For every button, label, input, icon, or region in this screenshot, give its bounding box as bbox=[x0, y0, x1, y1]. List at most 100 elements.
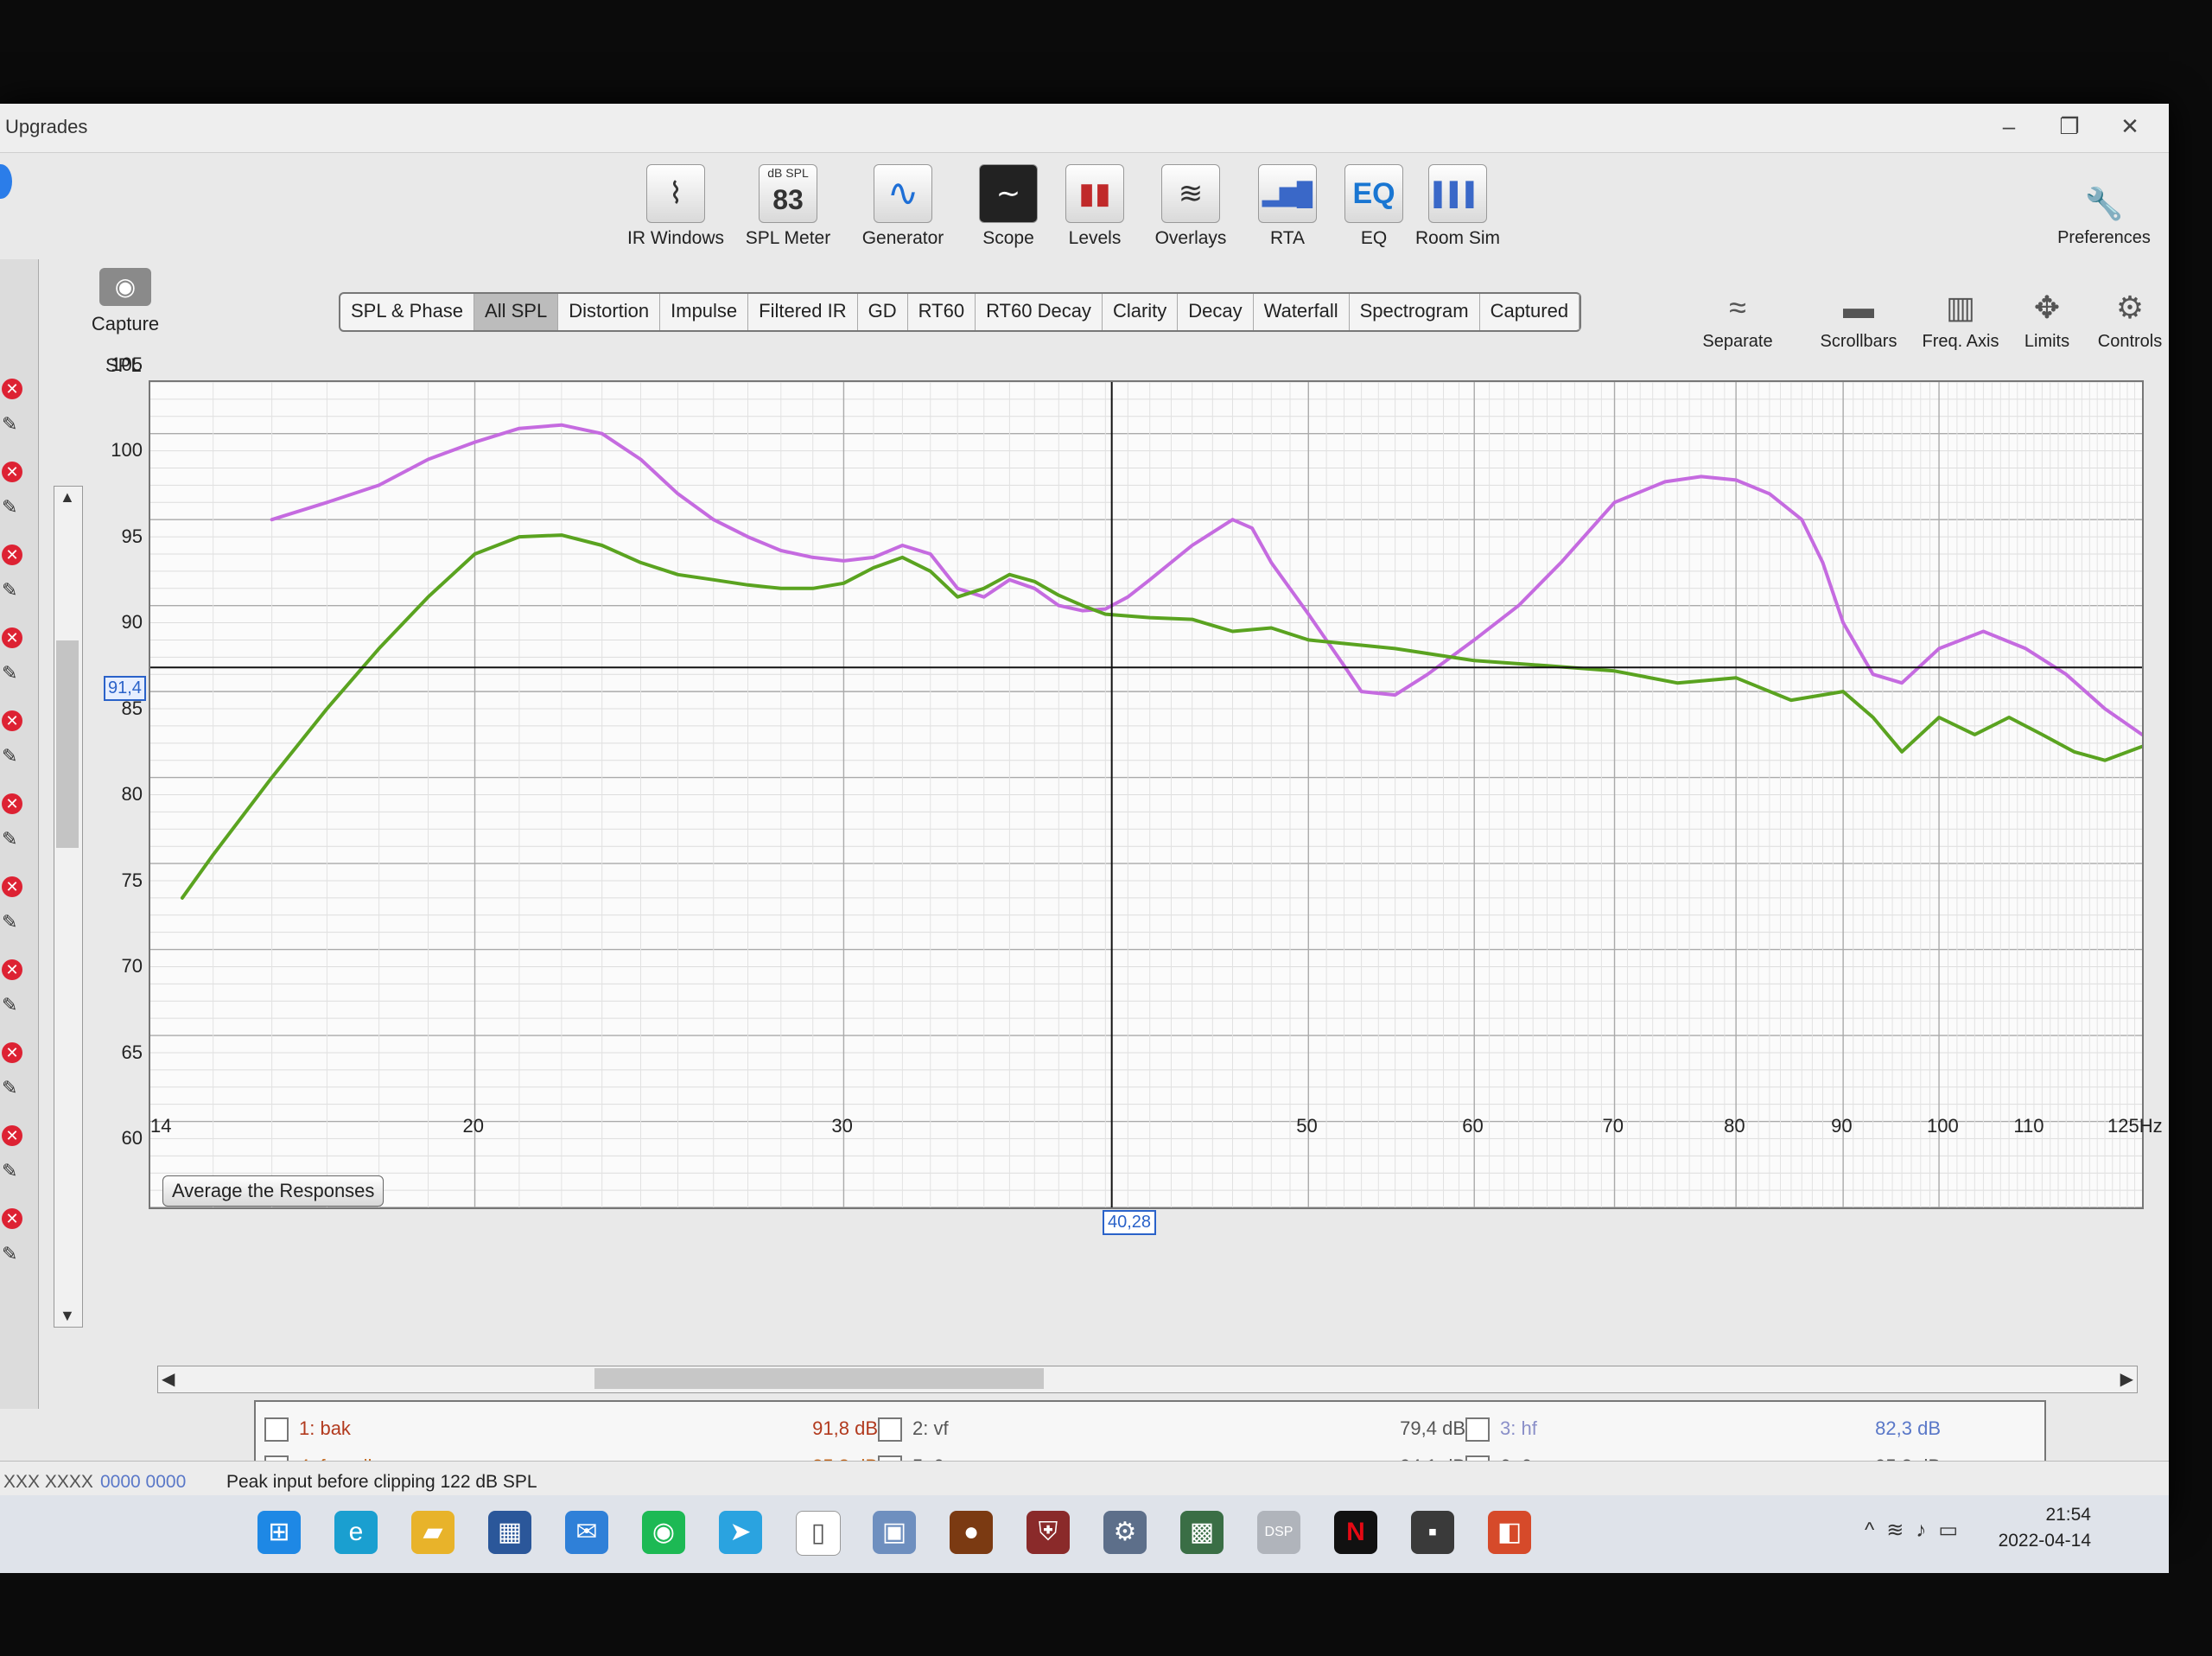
remove-measurement-icon[interactable]: ✕ bbox=[2, 627, 22, 648]
tab-decay[interactable]: Decay bbox=[1178, 294, 1254, 330]
edit-measurement-icon[interactable]: ✎ bbox=[2, 413, 17, 436]
tab-rt60-decay[interactable]: RT60 Decay bbox=[976, 294, 1103, 330]
tab-impulse[interactable]: Impulse bbox=[660, 294, 749, 330]
limits-button[interactable]: ✥ Limits bbox=[1999, 285, 2094, 352]
dsp-icon[interactable]: DSP bbox=[1257, 1511, 1300, 1554]
spl-graph[interactable] bbox=[149, 380, 2144, 1209]
edit-measurement-icon[interactable]: ✎ bbox=[2, 1160, 17, 1182]
remove-measurement-icon[interactable]: ✕ bbox=[2, 793, 22, 814]
scroll-right-icon[interactable]: ▶ bbox=[2120, 1368, 2133, 1390]
horizontal-scrollbar[interactable]: ◀ ▶ bbox=[157, 1366, 2138, 1393]
edit-measurement-icon[interactable]: ✎ bbox=[2, 496, 17, 519]
scroll-up-icon[interactable]: ▲ bbox=[60, 488, 75, 506]
limits-icon: ✥ bbox=[2033, 290, 2061, 325]
edit-measurement-icon[interactable]: ✎ bbox=[2, 662, 17, 685]
remove-measurement-icon[interactable]: ✕ bbox=[2, 959, 22, 980]
scope-icon: ∼ bbox=[979, 164, 1038, 223]
wifi-icon[interactable]: ≋ bbox=[1886, 1519, 1916, 1542]
toolbar-levels-button[interactable]: ▮▮ Levels bbox=[1043, 164, 1147, 249]
close-button[interactable]: ✕ bbox=[2100, 109, 2160, 143]
remove-measurement-icon[interactable]: ✕ bbox=[2, 545, 22, 565]
clock[interactable]: 21:54 2022-04-14 bbox=[1999, 1502, 2091, 1554]
tab-captured[interactable]: Captured bbox=[1480, 294, 1580, 330]
restore-button[interactable]: ❐ bbox=[2039, 109, 2100, 143]
volume-icon[interactable]: ♪ bbox=[1916, 1519, 1938, 1542]
scrollbars-button[interactable]: ▬ Scrollbars bbox=[1811, 285, 1906, 352]
freq-axis-button[interactable]: ▥ Freq. Axis bbox=[1913, 285, 2008, 352]
store-icon[interactable]: ▦ bbox=[488, 1511, 531, 1554]
remove-measurement-icon[interactable]: ✕ bbox=[2, 876, 22, 897]
edit-measurement-icon[interactable]: ✎ bbox=[2, 579, 17, 602]
vertical-scroll-thumb[interactable] bbox=[56, 640, 79, 848]
tab-waterfall[interactable]: Waterfall bbox=[1254, 294, 1350, 330]
toolbar-room-sim-button[interactable]: ▌▌▌ Room Sim bbox=[1406, 164, 1510, 249]
settings-icon[interactable]: ⚙ bbox=[1103, 1511, 1147, 1554]
telegram-icon[interactable]: ➤ bbox=[719, 1511, 762, 1554]
toolbar-ir-windows-button[interactable]: ⌇ IR Windows bbox=[624, 164, 728, 249]
edge-icon[interactable]: e bbox=[334, 1511, 378, 1554]
x-tick-label: 90 bbox=[1831, 1115, 1853, 1137]
netflix-icon[interactable]: N bbox=[1334, 1511, 1377, 1554]
scroll-down-icon[interactable]: ▼ bbox=[60, 1307, 75, 1325]
device-icon[interactable]: ▪ bbox=[1411, 1511, 1454, 1554]
status-left: XXX XXXX bbox=[3, 1472, 93, 1492]
battery-icon[interactable]: ▭ bbox=[1938, 1519, 1970, 1542]
tab-clarity[interactable]: Clarity bbox=[1103, 294, 1179, 330]
spl-plot[interactable] bbox=[150, 382, 2142, 1207]
app-icon[interactable]: ● bbox=[950, 1511, 993, 1554]
legend-checkbox[interactable] bbox=[878, 1417, 902, 1442]
measurement-strip: ✕ ✎ ✕ ✎ ✕ ✎ ✕ ✎ ✕ ✎ ✕ ✎ ✕ ✎ ✕ ✎ ✕ ✎ ✕ ✎ ✕ ✎ bbox=[0, 259, 39, 1409]
remove-measurement-icon[interactable]: ✕ bbox=[2, 1125, 22, 1146]
minimize-button[interactable]: – bbox=[1979, 109, 2039, 143]
paint-icon[interactable]: ▣ bbox=[873, 1511, 916, 1554]
capture-label: Capture bbox=[91, 313, 160, 334]
spotify-icon[interactable]: ◉ bbox=[642, 1511, 685, 1554]
edit-measurement-icon[interactable]: ✎ bbox=[2, 994, 17, 1016]
tab-spl-phase[interactable]: SPL & Phase bbox=[340, 294, 475, 330]
mail-icon[interactable]: ✉ bbox=[565, 1511, 608, 1554]
legend-name: 1: bak bbox=[299, 1417, 351, 1439]
edit-measurement-icon[interactable]: ✎ bbox=[2, 828, 17, 850]
tab-distortion[interactable]: Distortion bbox=[558, 294, 661, 330]
scroll-left-icon[interactable]: ◀ bbox=[162, 1368, 175, 1390]
office-icon[interactable]: ◧ bbox=[1488, 1511, 1531, 1554]
chevron-up-icon[interactable]: ^ bbox=[1865, 1519, 1886, 1542]
tab-gd[interactable]: GD bbox=[858, 294, 908, 330]
toolbar-overlays-button[interactable]: ≋ Overlays bbox=[1139, 164, 1243, 249]
system-tray[interactable]: ^≋♪▭ bbox=[1865, 1518, 1970, 1543]
toolbar-spl-meter-button[interactable]: 83 dB SPL SPL Meter bbox=[736, 164, 840, 249]
freq-axis-icon: ▥ bbox=[1945, 290, 1975, 325]
measurement-row-controls: ✕ ✎ bbox=[0, 538, 35, 615]
rew-icon[interactable]: ▩ bbox=[1180, 1511, 1224, 1554]
preferences-button[interactable]: 🔧 Preferences bbox=[2056, 182, 2152, 248]
average-responses-button[interactable]: Average the Responses bbox=[162, 1175, 385, 1207]
tab-spectrogram[interactable]: Spectrogram bbox=[1350, 294, 1480, 330]
vertical-scrollbar[interactable]: ▲ ▼ bbox=[54, 486, 83, 1328]
edit-measurement-icon[interactable]: ✎ bbox=[2, 1243, 17, 1265]
capture-button[interactable]: ◉ Capture bbox=[86, 268, 164, 335]
windows-start-icon[interactable]: ⊞ bbox=[257, 1511, 301, 1554]
legend-checkbox[interactable] bbox=[1465, 1417, 1490, 1442]
tab-all-spl[interactable]: All SPL bbox=[474, 294, 559, 330]
notepad-icon[interactable]: ▯ bbox=[796, 1511, 841, 1556]
controls-button[interactable]: ⚙ Controls bbox=[2082, 285, 2177, 352]
edit-measurement-icon[interactable]: ✎ bbox=[2, 1077, 17, 1099]
edit-measurement-icon[interactable]: ✎ bbox=[2, 911, 17, 933]
remove-measurement-icon[interactable]: ✕ bbox=[2, 1042, 22, 1063]
remove-measurement-icon[interactable]: ✕ bbox=[2, 462, 22, 482]
edit-measurement-icon[interactable]: ✎ bbox=[2, 745, 17, 767]
toolbar-generator-button[interactable]: ∿ Generator bbox=[851, 164, 955, 249]
horizontal-scroll-thumb[interactable] bbox=[594, 1368, 1044, 1389]
remove-measurement-icon[interactable]: ✕ bbox=[2, 379, 22, 399]
shield-app-icon[interactable]: ⛨ bbox=[1027, 1511, 1070, 1554]
y-tick-label: 90 bbox=[121, 611, 143, 634]
legend-checkbox[interactable] bbox=[264, 1417, 289, 1442]
tab-filtered-ir[interactable]: Filtered IR bbox=[748, 294, 858, 330]
tab-rt60[interactable]: RT60 bbox=[908, 294, 976, 330]
remove-measurement-icon[interactable]: ✕ bbox=[2, 710, 22, 731]
legend-value: 91,8 dB bbox=[812, 1417, 878, 1439]
file-explorer-icon[interactable]: ▰ bbox=[411, 1511, 454, 1554]
remove-measurement-icon[interactable]: ✕ bbox=[2, 1208, 22, 1229]
overlays-icon: ≋ bbox=[1161, 164, 1220, 223]
separate-button[interactable]: ≈ Separate bbox=[1690, 285, 1785, 352]
